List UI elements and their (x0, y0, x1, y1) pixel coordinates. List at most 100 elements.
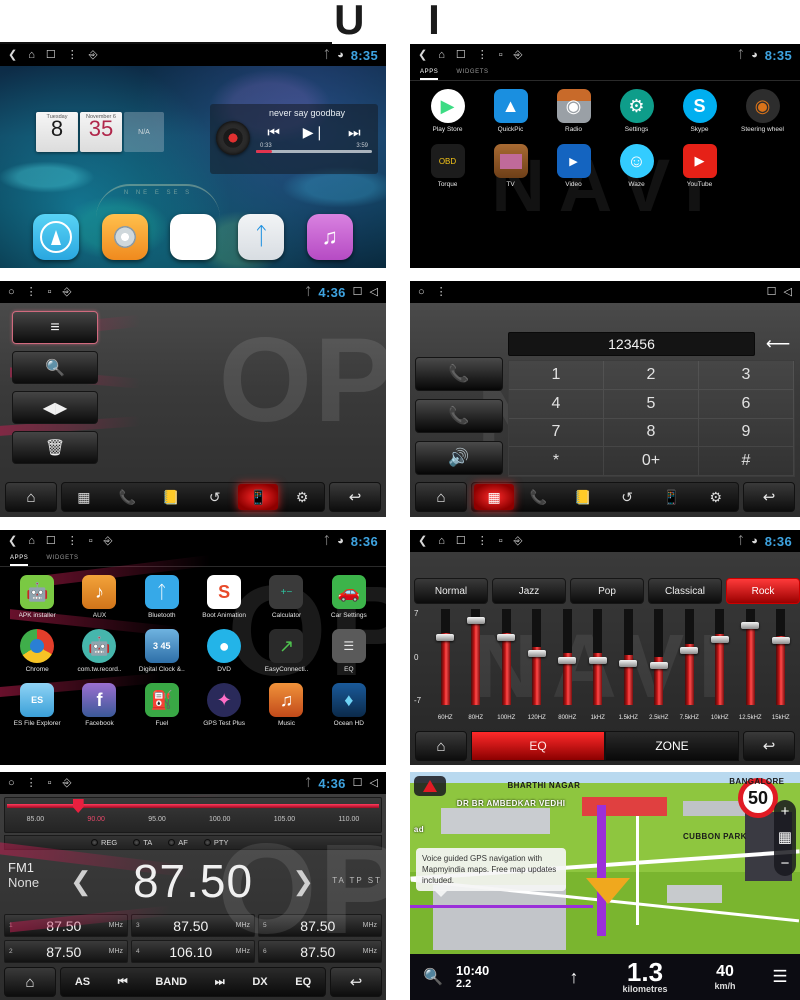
tab-widgets[interactable]: WIDGETS (456, 69, 488, 80)
tuner-marker[interactable] (72, 799, 84, 813)
preset-5[interactable]: 5 87.50 MHz (258, 914, 382, 937)
dx-button[interactable]: DX (252, 976, 267, 988)
app-ocean-hd[interactable]: ♦ Ocean HD (318, 683, 380, 728)
map-canvas[interactable]: 50 ad BHARTHI NAGAR BANGALORE DR BR AMBE… (410, 772, 800, 954)
eq-band[interactable]: 7.5kHZ (674, 609, 705, 721)
gear-icon[interactable]: ⚙ (696, 484, 736, 510)
list-icon[interactable]: ≡ (12, 311, 98, 344)
eq-band[interactable]: 2.5kHZ (644, 609, 675, 721)
app-gps-test[interactable]: ✦ GPS Test Plus (193, 683, 255, 728)
radio-tuner-strip[interactable]: 85.00 90.00 95.00 100.00 105.00 110.00 (4, 797, 382, 833)
preset-1[interactable]: 1 87.50 MHz (4, 914, 128, 937)
next-track-icon[interactable]: ⏭ (348, 124, 361, 141)
app-es-file-explorer[interactable]: ES ES File Explorer (6, 683, 68, 728)
tab-apps[interactable]: APPS (420, 69, 439, 80)
eq-knob[interactable] (497, 634, 516, 641)
incoming-call-icon[interactable]: 📞 (107, 484, 147, 510)
contacts-book-icon[interactable]: 📒 (151, 484, 191, 510)
speaker-icon[interactable]: 🔊 (415, 441, 503, 475)
tab-apps[interactable]: APPS (10, 555, 29, 566)
rds-reg[interactable]: REG (91, 838, 117, 847)
app-youtube[interactable]: ▶ YouTube (668, 144, 731, 189)
key-6[interactable]: 6 (699, 389, 794, 419)
as-button[interactable]: AS (75, 976, 90, 988)
key-9[interactable]: 9 (699, 418, 794, 448)
back-icon[interactable]: ❮ (8, 49, 17, 61)
screenshot-icon[interactable]: ▫ (89, 535, 93, 547)
eq-knob[interactable] (436, 634, 455, 641)
phone-sync-icon[interactable]: 📱 (238, 484, 279, 510)
hamburger-menu-icon[interactable]: ☰ (760, 967, 800, 987)
home-button[interactable]: ⌂ (415, 731, 467, 761)
eq-band[interactable]: 80HZ (461, 609, 492, 721)
app-digital-clock[interactable]: 3 45 Digital Clock &.. (131, 629, 193, 674)
back-button[interactable]: ↩ (329, 482, 381, 512)
recents-icon[interactable]: ☐ (767, 286, 777, 298)
track-progress-bar[interactable] (256, 149, 372, 153)
rds-ta[interactable]: TA (133, 838, 152, 847)
eq-preset-classical[interactable]: Classical (648, 578, 722, 604)
eq-track[interactable] (623, 609, 633, 705)
back-button[interactable]: ↩ (330, 967, 382, 997)
recents-icon[interactable]: ☐ (353, 286, 363, 298)
eq-knob[interactable] (466, 617, 485, 625)
recents-icon[interactable]: ☐ (456, 535, 466, 547)
backspace-arrow-icon[interactable]: ⟵ (761, 334, 795, 354)
app-skype[interactable]: S Skype (668, 89, 731, 134)
sync-transfer-icon[interactable]: ◀▶ (12, 391, 98, 424)
play-pause-icon[interactable]: ▶❘ (303, 124, 326, 141)
app-aux[interactable]: ♪ AUX (68, 575, 130, 620)
eq-knob[interactable] (771, 637, 790, 645)
eq-preset-normal[interactable]: Normal (414, 578, 488, 604)
rds-pty[interactable]: PTY (203, 838, 228, 847)
home-icon[interactable]: ⌂ (438, 49, 445, 61)
eq-track[interactable] (654, 609, 664, 705)
app-car-settings[interactable]: 🚗 Car Settings (318, 575, 380, 620)
call-answer-icon[interactable]: 📞 (415, 357, 503, 391)
home-button[interactable]: ⌂ (5, 482, 57, 512)
home-icon[interactable]: ⌂ (28, 49, 35, 61)
map-grid-icon[interactable]: ▦ (778, 830, 792, 845)
eq-band[interactable]: 100HZ (491, 609, 522, 721)
search-icon[interactable]: 🔍 (12, 351, 98, 384)
eq-knob[interactable] (558, 657, 577, 665)
call-end-icon[interactable]: 📞 (415, 399, 503, 433)
app-radio[interactable]: ◉ Radio (542, 89, 605, 134)
home-circle-icon[interactable]: ○ (8, 777, 15, 789)
tab-widgets[interactable]: WIDGETS (46, 555, 78, 566)
eq-track[interactable] (532, 609, 542, 705)
eq-tab-eq[interactable]: EQ (471, 731, 605, 761)
keypad-icon[interactable]: ▦ (64, 484, 104, 510)
bluetooth-icon[interactable]: ᛏ (238, 214, 285, 260)
app-video[interactable]: ▶ Video (542, 144, 605, 189)
eq-band[interactable]: 15kHZ (766, 609, 797, 721)
app-apk-installer[interactable]: 🤖 APK installer (6, 575, 68, 620)
key-hash[interactable]: # (699, 447, 794, 476)
music-note-icon[interactable]: ♫ (306, 214, 353, 260)
app-recorder[interactable]: 🤖 com.tw.record.. (68, 629, 130, 674)
apps-grid-icon[interactable] (169, 214, 216, 260)
call-history-icon[interactable]: ↺ (607, 484, 647, 510)
rds-af[interactable]: AF (168, 838, 188, 847)
screenshot-icon[interactable]: ▫ (48, 286, 52, 298)
app-easyconnection[interactable]: ↗ EasyConnecti.. (255, 629, 317, 674)
screenshot-icon[interactable]: ▫ (499, 49, 503, 61)
preset-3[interactable]: 3 87.50 MHz (131, 914, 255, 937)
app-play-store[interactable]: ▶ Play Store (416, 89, 479, 134)
eq-track[interactable] (684, 609, 694, 705)
eq-band[interactable]: 800HZ (552, 609, 583, 721)
app-facebook[interactable]: f Facebook (68, 683, 130, 728)
trash-icon[interactable]: 🗑 (12, 431, 98, 464)
eq-knob[interactable] (680, 646, 699, 654)
key-1[interactable]: 1 (509, 361, 604, 390)
eq-preset-jazz[interactable]: Jazz (492, 578, 566, 604)
eq-track[interactable] (440, 609, 450, 705)
overflow-icon[interactable]: ⋮ (477, 535, 488, 547)
back-icon[interactable]: ❮ (8, 535, 17, 547)
eq-button[interactable]: EQ (295, 976, 311, 988)
key-5[interactable]: 5 (604, 389, 699, 419)
back-icon[interactable]: ❮ (418, 49, 427, 61)
overflow-icon[interactable]: ⋮ (477, 49, 488, 61)
home-button[interactable]: ⌂ (4, 967, 56, 997)
overflow-icon[interactable]: ⋮ (26, 286, 37, 298)
